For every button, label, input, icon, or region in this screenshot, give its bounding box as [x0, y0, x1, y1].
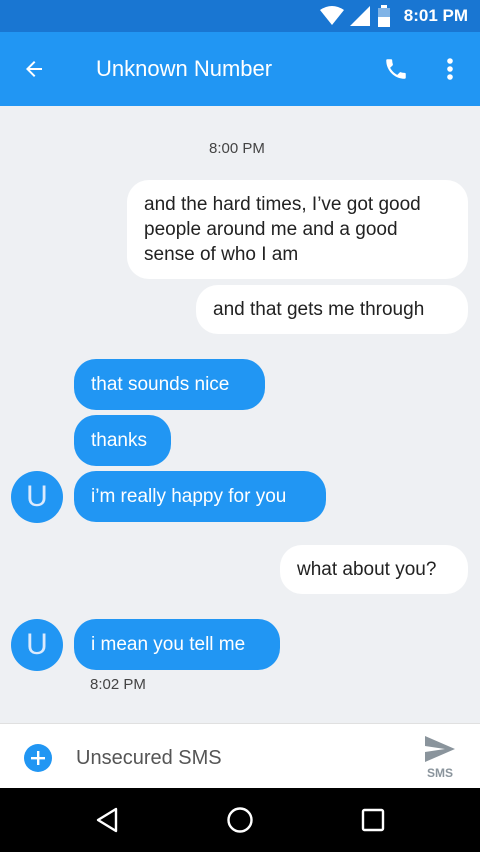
nav-recents-button[interactable]	[348, 800, 398, 840]
more-vert-icon	[447, 58, 453, 80]
incoming-message[interactable]: thanks	[74, 415, 171, 466]
compose-bar: SMS	[0, 723, 480, 789]
incoming-message[interactable]: i’m really happy for you	[74, 471, 326, 522]
nav-back-icon	[96, 807, 118, 833]
conversation-view[interactable]: 8:00 PM and the hard times, I’ve got goo…	[0, 106, 480, 723]
timestamp: 8:00 PM	[209, 140, 265, 157]
back-arrow-icon	[26, 61, 42, 77]
battery-icon	[377, 5, 390, 27]
outgoing-message[interactable]: what about you?	[280, 545, 468, 594]
nav-back-button[interactable]	[82, 800, 132, 840]
message-input[interactable]	[74, 740, 398, 776]
status-time: 8:01 PM	[403, 6, 468, 25]
app-bar: Unknown Number	[0, 32, 480, 106]
back-button[interactable]	[14, 49, 54, 89]
send-button[interactable]: SMS	[412, 732, 468, 784]
send-label: SMS	[426, 766, 453, 780]
outgoing-message[interactable]: and the hard times, I’ve got good people…	[127, 180, 468, 279]
add-attachment-button[interactable]	[24, 744, 52, 772]
incoming-message[interactable]: i mean you tell me	[74, 619, 280, 670]
status-icons: 8:01 PM	[319, 0, 468, 32]
signal-icon	[349, 6, 370, 26]
add-icon	[31, 751, 45, 765]
nav-home-icon	[227, 807, 253, 833]
wifi-icon	[319, 6, 344, 25]
nav-home-button[interactable]	[215, 800, 265, 840]
outgoing-message[interactable]: and that gets me through	[196, 285, 468, 334]
phone-icon	[386, 59, 406, 79]
send-icon	[425, 736, 455, 762]
contact-avatar[interactable]: U	[11, 471, 63, 523]
timestamp: 8:02 PM	[90, 676, 146, 693]
navigation-bar	[0, 788, 480, 852]
nav-recents-icon	[361, 808, 385, 832]
conversation-title: Unknown Number	[96, 56, 273, 81]
incoming-message[interactable]: that sounds nice	[74, 359, 265, 410]
more-options-button[interactable]	[430, 49, 470, 89]
contact-avatar[interactable]: U	[11, 619, 63, 671]
status-bar: 8:01 PM	[0, 0, 480, 32]
call-button[interactable]	[374, 49, 418, 89]
